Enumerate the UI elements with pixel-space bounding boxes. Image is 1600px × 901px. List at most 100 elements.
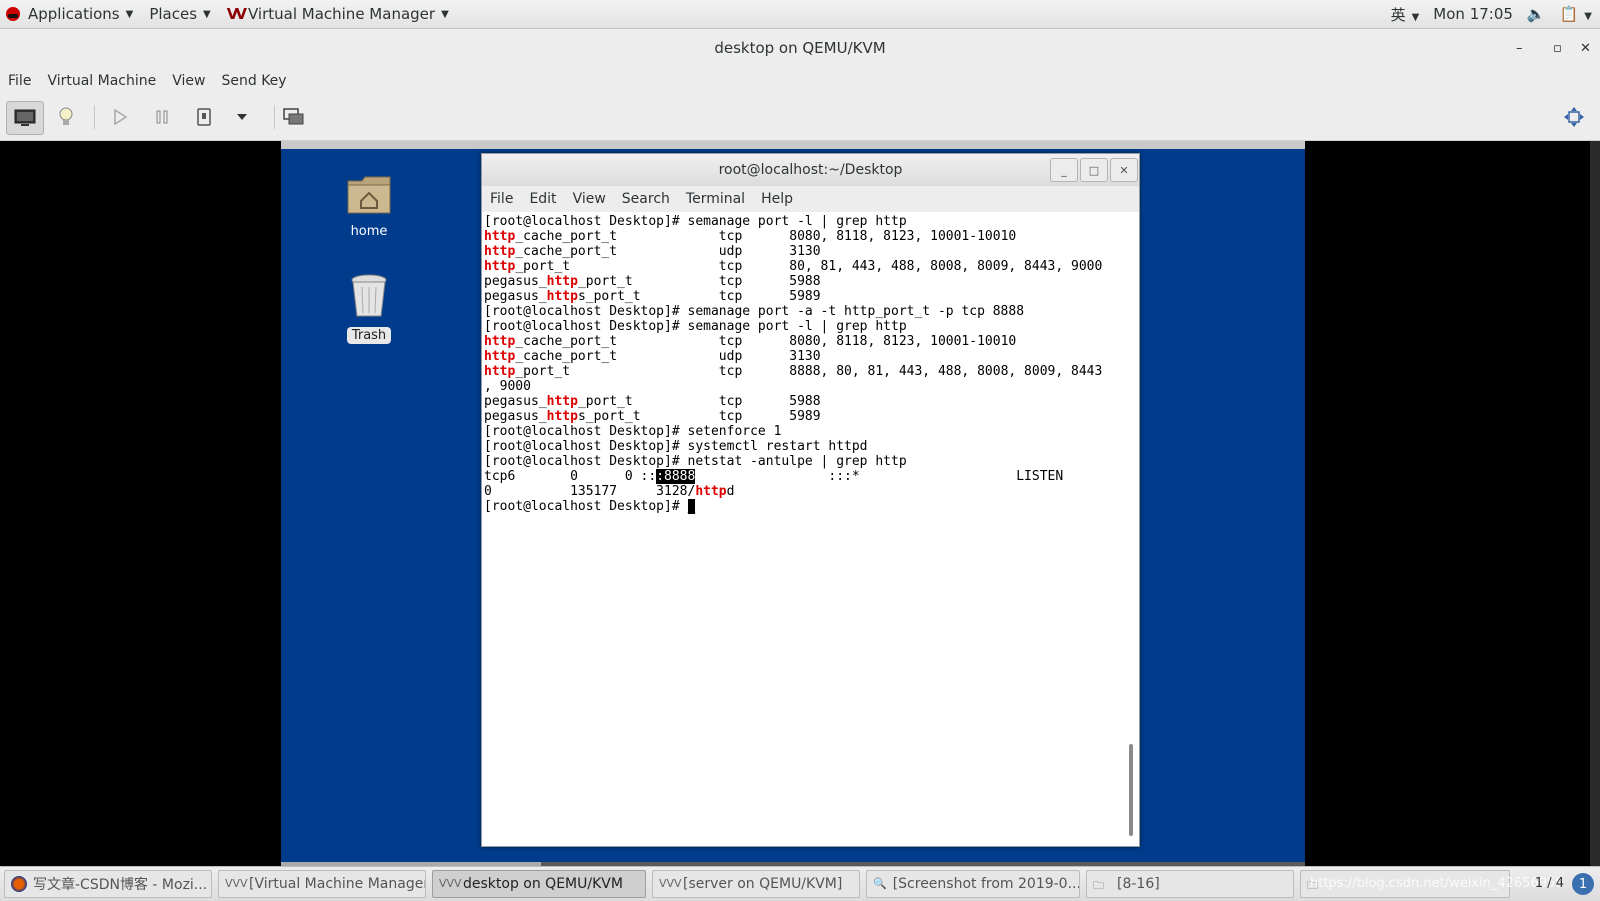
terminal-line: [root@localhost Desktop]# semanage port … — [484, 214, 1114, 229]
app-menu[interactable]: VV Virtual Machine Manager ▼ — [219, 0, 457, 28]
menu-send-key[interactable]: Send Key — [213, 73, 294, 89]
shutdown-menu-button[interactable] — [224, 101, 260, 133]
terminal-close-button[interactable]: ✕ — [1110, 158, 1138, 182]
task-server-vm[interactable]: VVV [server on QEMU/KVM] — [652, 870, 860, 898]
close-button[interactable]: ✕ — [1580, 29, 1591, 67]
terminal-minimize-button[interactable]: _ — [1050, 158, 1078, 182]
vmm-icon: VVV — [659, 877, 682, 890]
snapshots-button[interactable] — [276, 101, 312, 133]
toolbar-separator — [94, 105, 95, 129]
chevron-down-icon: ▼ — [1411, 11, 1420, 23]
terminal-text: pegasus_ — [484, 409, 547, 424]
terminal-menu-search[interactable]: Search — [614, 191, 678, 207]
terminal-text: s_port_t tcp 5989 — [577, 409, 821, 424]
terminal-text: [root@localhost Desktop]# semanage port … — [484, 304, 1025, 319]
run-button[interactable] — [102, 101, 138, 133]
terminal-menu-view[interactable]: View — [565, 191, 614, 207]
input-method-indicator[interactable]: 英 ▼ — [1391, 4, 1420, 25]
terminal-menu-terminal[interactable]: Terminal — [678, 191, 753, 207]
terminal-scrollbar[interactable] — [1125, 214, 1137, 842]
details-view-button[interactable] — [48, 101, 84, 133]
notification-badge[interactable]: 1 — [1572, 873, 1594, 895]
volume-icon[interactable]: 🔈 — [1527, 5, 1546, 23]
terminal-text: http — [695, 484, 727, 499]
task-screenshot[interactable]: 🔍 [Screenshot from 2019-0... — [866, 870, 1080, 898]
chevron-down-icon — [237, 114, 247, 120]
terminal-line: [root@localhost Desktop]# semanage port … — [484, 304, 1114, 319]
desktop-icon-trash[interactable]: Trash — [329, 273, 409, 344]
places-menu[interactable]: Places ▼ — [141, 0, 218, 28]
trash-label: Trash — [346, 327, 392, 344]
minimize-button[interactable]: – — [1516, 29, 1523, 67]
menu-view[interactable]: View — [164, 73, 213, 89]
menu-virtual-machine[interactable]: Virtual Machine — [39, 73, 164, 89]
terminal-text: [root@localhost Desktop]# systemctl rest… — [484, 439, 868, 454]
terminal-titlebar[interactable]: root@localhost:~/Desktop _ □ ✕ — [482, 154, 1139, 186]
terminal-menu-edit[interactable]: Edit — [521, 191, 564, 207]
task-label: [8-16] — [1117, 876, 1160, 892]
terminal-window[interactable]: root@localhost:~/Desktop _ □ ✕ File Edit… — [481, 153, 1140, 847]
chevron-down-icon: ▼ — [125, 8, 134, 20]
system-tray: 英 ▼ Mon 17:05 🔈 📋 ▼ — [1391, 0, 1592, 28]
fullscreen-icon — [1564, 107, 1584, 127]
terminal-text: pegasus_ — [484, 394, 547, 409]
clock[interactable]: Mon 17:05 — [1433, 5, 1513, 23]
terminal-line: 0 135177 3128/httpd — [484, 484, 1114, 499]
terminal-text: _cache_port_t udp 3130 — [515, 349, 821, 364]
task-label: [Screenshot from 2019-0... — [892, 876, 1080, 892]
terminal-text: , 9000 — [484, 379, 531, 394]
terminal-text: http — [484, 229, 516, 244]
terminal-text: d — [726, 484, 735, 499]
terminal-line: pegasus_https_port_t tcp 5989 — [484, 409, 1114, 424]
window-titlebar[interactable]: desktop on QEMU/KVM – ▫ ✕ — [0, 29, 1600, 67]
toolbar-separator — [274, 105, 275, 129]
window-menubar: File Virtual Machine View Send Key — [0, 67, 1600, 95]
menu-file[interactable]: File — [0, 73, 39, 89]
terminal-text: _cache_port_t udp 3130 — [515, 244, 821, 259]
task-desktop-vm[interactable]: VVV desktop on QEMU/KVM — [432, 870, 646, 898]
terminal-text: http — [546, 274, 578, 289]
window-toolbar — [0, 95, 1600, 141]
terminal-text: [root@localhost Desktop]# semanage port … — [484, 214, 907, 229]
terminal-text: http — [484, 259, 516, 274]
terminal-text: :8888 — [656, 469, 696, 484]
power-icon — [197, 108, 211, 126]
terminal-scrollbar-thumb[interactable] — [1129, 744, 1133, 836]
task-virtual-machine-manager[interactable]: VVV [Virtual Machine Manager] — [218, 870, 426, 898]
vmm-logo-icon: VV — [226, 5, 247, 23]
workspace-pager[interactable]: 1 / 4 — [1535, 876, 1564, 891]
terminal-text: s_port_t tcp 5989 — [577, 289, 821, 304]
terminal-text: _port_t tcp 5988 — [577, 274, 821, 289]
terminal-menu-file[interactable]: File — [482, 191, 521, 207]
guest-vertical-scrollbar[interactable] — [1590, 141, 1600, 866]
terminal-text: 0 135177 3128/ — [484, 484, 696, 499]
terminal-line: tcp6 0 0 :::8888 :::* LISTEN — [484, 469, 1114, 484]
terminal-text: http — [484, 334, 516, 349]
terminal-menu-help[interactable]: Help — [753, 191, 801, 207]
terminal-text: http — [484, 364, 516, 379]
chevron-down-icon: ▼ — [1584, 11, 1592, 22]
terminal-menubar: File Edit View Search Terminal Help — [482, 186, 1139, 212]
console-view-button[interactable] — [6, 101, 44, 135]
terminal-text: _cache_port_t tcp 8080, 8118, 8123, 1000… — [515, 229, 1017, 244]
terminal-screen[interactable]: [root@localhost Desktop]# semanage port … — [484, 214, 1114, 842]
terminal-text: _port_t tcp 80, 81, 443, 488, 8008, 8009… — [515, 259, 1103, 274]
task-firefox[interactable]: 写文章-CSDN博客 - Mozi... — [4, 870, 212, 898]
pause-button[interactable] — [144, 101, 180, 133]
desktop-icon-home[interactable]: home — [329, 173, 409, 240]
terminal-text: http — [546, 409, 578, 424]
terminal-line: pegasus_http_port_t tcp 5988 — [484, 274, 1114, 289]
terminal-maximize-button[interactable]: □ — [1080, 158, 1108, 182]
maximize-button[interactable]: ▫ — [1553, 29, 1562, 67]
task-folder-8-16[interactable]: 🗀 [8-16] — [1086, 870, 1294, 898]
terminal-line: http_cache_port_t tcp 8080, 8118, 8123, … — [484, 334, 1114, 349]
applications-menu[interactable]: Applications ▼ — [20, 0, 141, 28]
lightbulb-icon — [59, 107, 73, 125]
chevron-down-icon: ▼ — [441, 8, 449, 20]
fullscreen-button[interactable] — [1556, 101, 1592, 133]
firefox-icon — [11, 876, 27, 892]
terminal-line: [root@localhost Desktop]# setenforce 1 — [484, 424, 1114, 439]
task-label: [Virtual Machine Manager] — [249, 876, 426, 892]
clipboard-icon[interactable]: 📋 ▼ — [1560, 5, 1592, 23]
shutdown-button[interactable] — [186, 101, 222, 133]
